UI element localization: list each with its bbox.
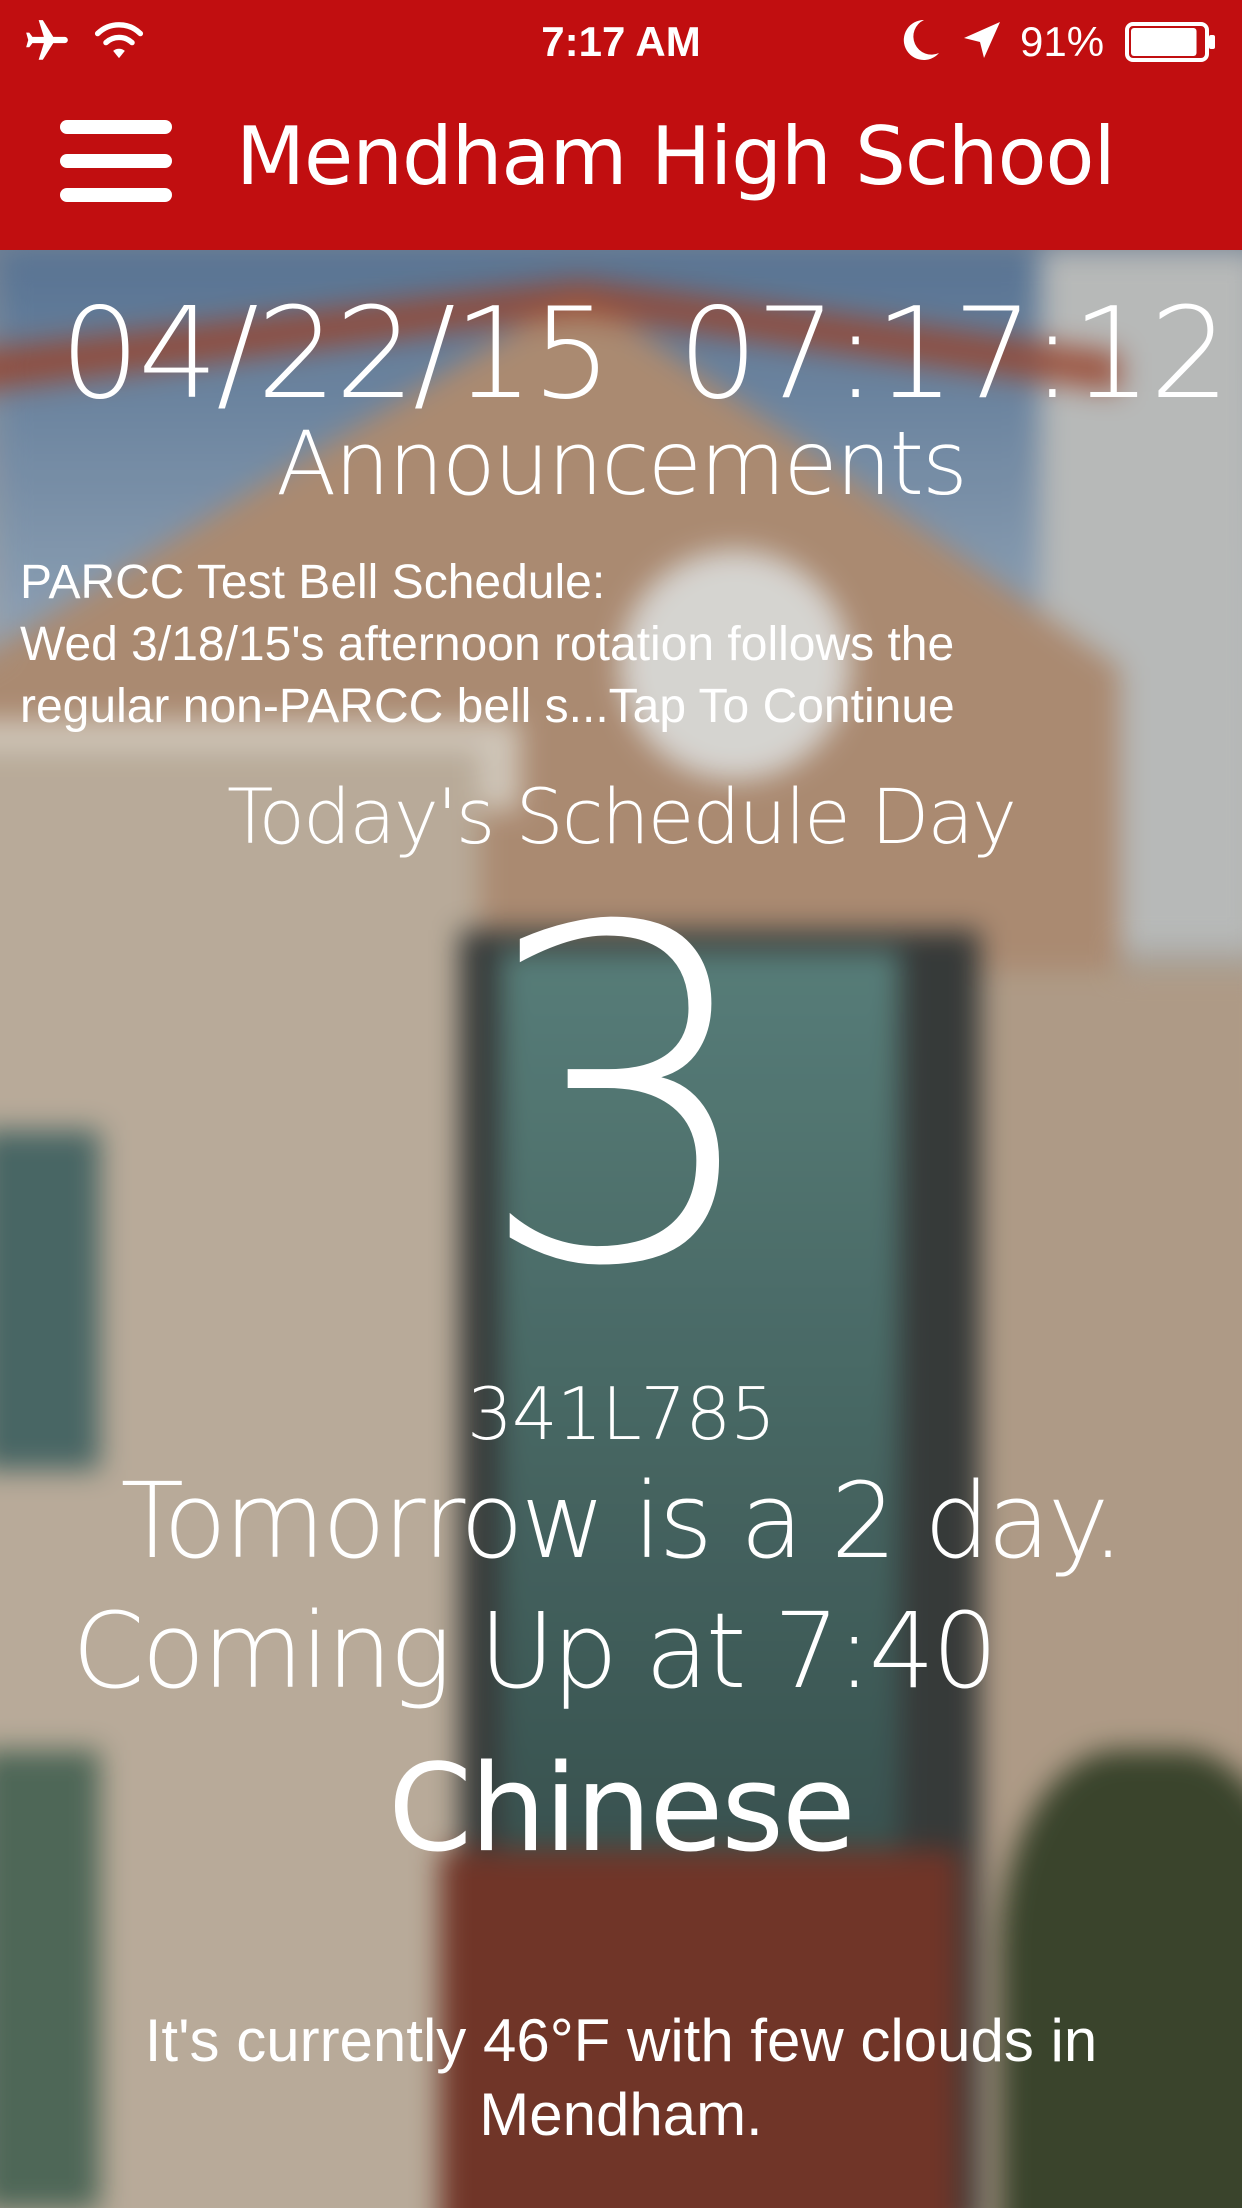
status-bar: 7:17 AM 91%: [0, 0, 1242, 80]
top-bar: 7:17 AM 91% Mendham High School: [0, 0, 1242, 250]
current-clock: 07:17:12: [678, 280, 1230, 427]
weather-summary: It's currently 46°F with few clouds in M…: [40, 2004, 1202, 2152]
next-class-name: Chinese: [388, 1740, 855, 1879]
coming-up-text: Coming Up at 7:40: [72, 1590, 998, 1712]
app-screen: 7:17 AM 91% Mendham High School 04/22/15…: [0, 0, 1242, 2208]
battery-percent: 91%: [1020, 18, 1105, 65]
weather-line-1: It's currently 46°F with few clouds in: [144, 2007, 1098, 2074]
moon-icon: [903, 19, 939, 60]
location-arrow-icon: [964, 22, 1000, 58]
main-content: 04/22/15 07:17:12 Announcements PARCC Te…: [0, 250, 1242, 2208]
date-time-display: 04/22/15 07:17:12: [0, 280, 1242, 427]
battery-icon: [1125, 22, 1215, 62]
announcement-line-2: Wed 3/18/15's afternoon rotation follows…: [20, 618, 955, 671]
announcement-line-3: regular non-PARCC bell s...Tap To Contin…: [20, 680, 955, 733]
announcement-preview[interactable]: PARCC Test Bell Schedule: Wed 3/18/15's …: [20, 552, 1230, 738]
schedule-day-code: 341L785: [467, 1372, 776, 1456]
tomorrow-day-text: Tomorrow is a 2 day.: [120, 1460, 1124, 1582]
announcement-line-1: PARCC Test Bell Schedule:: [20, 556, 606, 609]
page-title: Mendham High School: [236, 110, 1116, 203]
announcements-heading: Announcements: [276, 412, 968, 515]
current-date: 04/22/15: [60, 280, 612, 427]
nav-bar: Mendham High School: [0, 80, 1242, 250]
hamburger-menu-icon[interactable]: [60, 120, 172, 202]
schedule-day-number: 3: [474, 832, 768, 1367]
weather-line-2: Mendham.: [479, 2081, 763, 2148]
